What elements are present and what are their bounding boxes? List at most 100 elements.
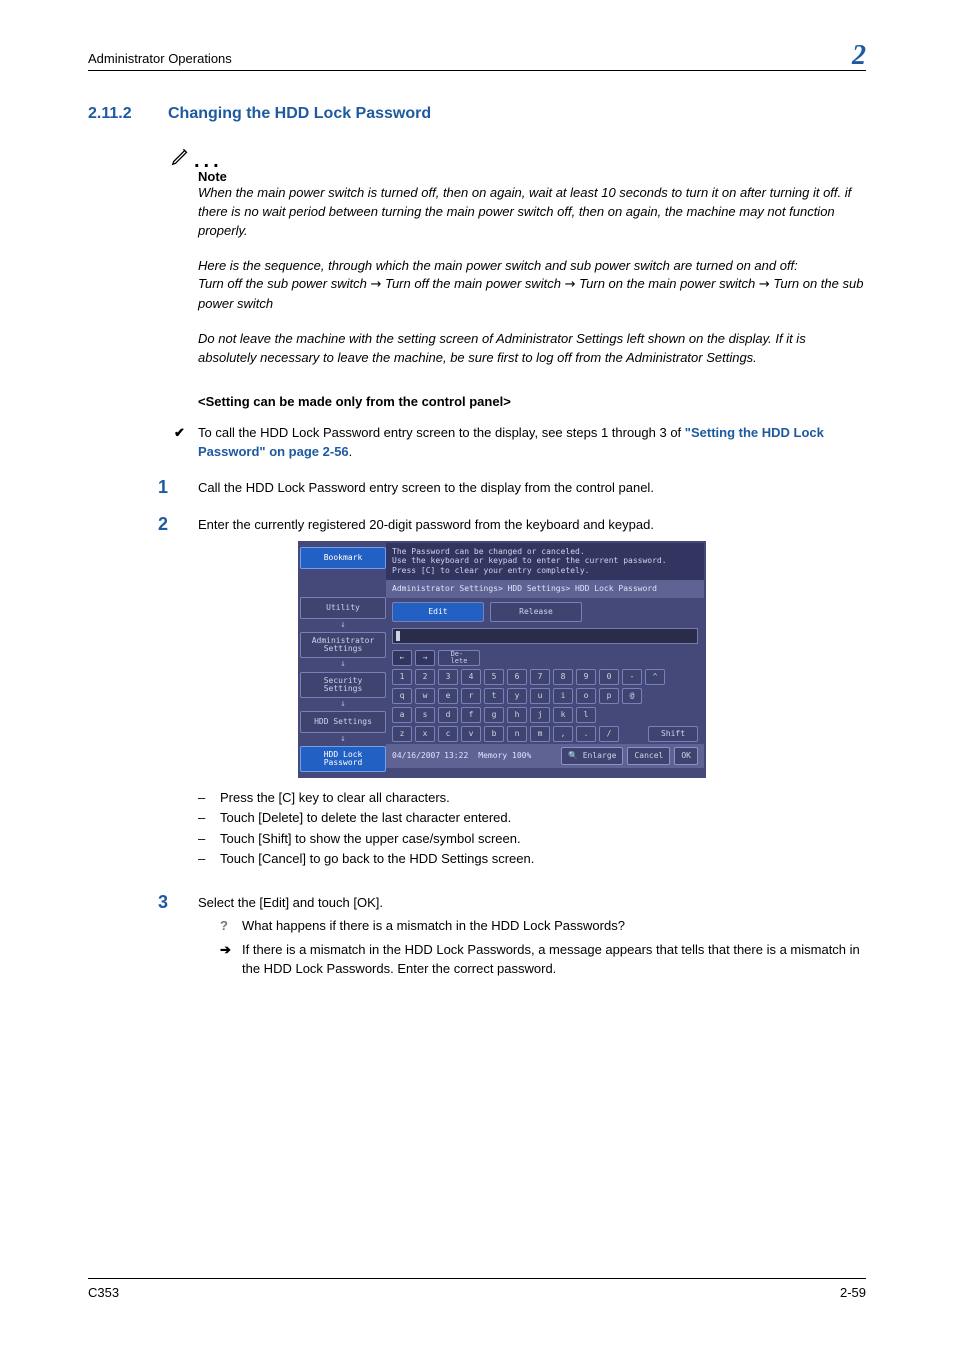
- key[interactable]: f: [461, 707, 481, 723]
- key[interactable]: k: [553, 707, 573, 723]
- key[interactable]: a: [392, 707, 412, 723]
- key[interactable]: .: [576, 726, 596, 742]
- key[interactable]: 8: [553, 669, 573, 685]
- key[interactable]: ,: [553, 726, 573, 742]
- footer-model: C353: [88, 1285, 119, 1300]
- key[interactable]: @: [622, 688, 642, 704]
- key[interactable]: z: [392, 726, 412, 742]
- answer-arrow-icon: ➔: [220, 940, 242, 979]
- question-text: What happens if there is a mismatch in t…: [242, 916, 625, 936]
- enlarge-button[interactable]: 🔍 Enlarge: [561, 747, 624, 765]
- note-paragraph-3: Turn off the sub power switch → Turn off…: [198, 275, 866, 314]
- key[interactable]: 6: [507, 669, 527, 685]
- step-3: 3 Select the [Edit] and touch [OK]. ? Wh…: [158, 893, 866, 979]
- note-block: ... Note When the main power switch is t…: [198, 145, 866, 368]
- list-item: Touch [Shift] to show the upper case/sym…: [220, 829, 866, 849]
- sidebar-item-hdd-lock-password[interactable]: HDD Lock Password: [300, 746, 386, 772]
- key[interactable]: 0: [599, 669, 619, 685]
- subheading: <Setting can be made only from the contr…: [198, 394, 866, 409]
- key-nav-right[interactable]: →: [415, 650, 435, 666]
- cancel-button[interactable]: Cancel: [627, 747, 670, 765]
- key-row-q: qwertyuiop@: [392, 688, 698, 704]
- header-title: Administrator Operations: [88, 51, 232, 70]
- page-footer: C353 2-59: [88, 1278, 866, 1300]
- key[interactable]: ^: [645, 669, 665, 685]
- panel-date: 04/16/2007: [392, 750, 440, 762]
- key[interactable]: g: [484, 707, 504, 723]
- key[interactable]: y: [507, 688, 527, 704]
- key[interactable]: v: [461, 726, 481, 742]
- key[interactable]: j: [530, 707, 550, 723]
- pencil-icon: [170, 145, 192, 167]
- key[interactable]: q: [392, 688, 412, 704]
- step-1: 1 Call the HDD Lock Password entry scree…: [158, 478, 866, 498]
- chapter-number: 2: [852, 42, 866, 70]
- sidebar-item-admin-settings[interactable]: Administrator Settings: [300, 632, 386, 658]
- key[interactable]: x: [415, 726, 435, 742]
- key[interactable]: t: [484, 688, 504, 704]
- note-dots-icon: ...: [194, 155, 223, 167]
- sidebar-item-security-settings[interactable]: Security Settings: [300, 672, 386, 698]
- arrow-down-icon: ↓: [340, 702, 345, 707]
- key[interactable]: r: [461, 688, 481, 704]
- key[interactable]: n: [507, 726, 527, 742]
- page-header: Administrator Operations 2: [88, 42, 866, 71]
- on-screen-keyboard: ← → De- lete 1234567890-^ qwertyuiop@ as…: [386, 646, 704, 744]
- tab-edit[interactable]: Edit: [392, 602, 484, 622]
- key-shift[interactable]: Shift: [648, 726, 698, 742]
- key[interactable]: p: [599, 688, 619, 704]
- key-nav-left[interactable]: ←: [392, 650, 412, 666]
- panel-footer: 04/16/2007 13:22 Memory 100% 🔍 Enlarge C…: [386, 744, 704, 768]
- key[interactable]: d: [438, 707, 458, 723]
- key-row-a: asdfghjkl: [392, 707, 698, 723]
- key[interactable]: -: [622, 669, 642, 685]
- key[interactable]: 5: [484, 669, 504, 685]
- key[interactable]: c: [438, 726, 458, 742]
- arrow-down-icon: ↓: [340, 662, 345, 667]
- key[interactable]: l: [576, 707, 596, 723]
- check-icon: ✔: [174, 423, 198, 462]
- key[interactable]: h: [507, 707, 527, 723]
- section-heading: 2.11.2Changing the HDD Lock Password: [88, 105, 866, 123]
- panel-instruction: The Password can be changed or canceled.…: [386, 543, 704, 580]
- key[interactable]: w: [415, 688, 435, 704]
- answer-text: If there is a mismatch in the HDD Lock P…: [242, 940, 866, 979]
- key[interactable]: o: [576, 688, 596, 704]
- key[interactable]: 7: [530, 669, 550, 685]
- key-delete[interactable]: De- lete: [438, 650, 480, 666]
- panel-breadcrumb: Administrator Settings> HDD Settings> HD…: [386, 580, 704, 598]
- key[interactable]: e: [438, 688, 458, 704]
- arrow-right-icon: →: [759, 277, 770, 292]
- sidebar-item-bookmark[interactable]: Bookmark: [300, 547, 386, 569]
- key[interactable]: 4: [461, 669, 481, 685]
- section-title: Changing the HDD Lock Password: [168, 105, 431, 122]
- ok-button[interactable]: OK: [674, 747, 698, 765]
- list-item: Touch [Delete] to delete the last charac…: [220, 808, 866, 828]
- arrow-right-icon: →: [565, 277, 576, 292]
- key[interactable]: /: [599, 726, 619, 742]
- key[interactable]: 1: [392, 669, 412, 685]
- key[interactable]: b: [484, 726, 504, 742]
- step-number: 2: [158, 515, 198, 875]
- check-item: ✔ To call the HDD Lock Password entry sc…: [174, 423, 866, 462]
- step-number: 1: [158, 478, 198, 498]
- panel-sidebar: Bookmark Utility ↓ Administrator Setting…: [300, 543, 386, 777]
- key[interactable]: 3: [438, 669, 458, 685]
- key[interactable]: u: [530, 688, 550, 704]
- step-number: 3: [158, 893, 198, 979]
- step-text: Enter the currently registered 20-digit …: [198, 515, 866, 535]
- sidebar-item-hdd-settings[interactable]: HDD Settings: [300, 711, 386, 733]
- key[interactable]: i: [553, 688, 573, 704]
- note-paragraph-2: Here is the sequence, through which the …: [198, 257, 866, 276]
- footer-page: 2-59: [840, 1285, 866, 1300]
- key[interactable]: s: [415, 707, 435, 723]
- key[interactable]: 2: [415, 669, 435, 685]
- password-input[interactable]: [392, 628, 698, 644]
- step-text: Call the HDD Lock Password entry screen …: [198, 478, 866, 498]
- key[interactable]: m: [530, 726, 550, 742]
- key[interactable]: 9: [576, 669, 596, 685]
- list-item: Press the [C] key to clear all character…: [220, 788, 866, 808]
- sidebar-item-utility[interactable]: Utility: [300, 597, 386, 619]
- tab-release[interactable]: Release: [490, 602, 582, 622]
- key-row-z: zxcvbnm,./ Shift: [392, 726, 698, 742]
